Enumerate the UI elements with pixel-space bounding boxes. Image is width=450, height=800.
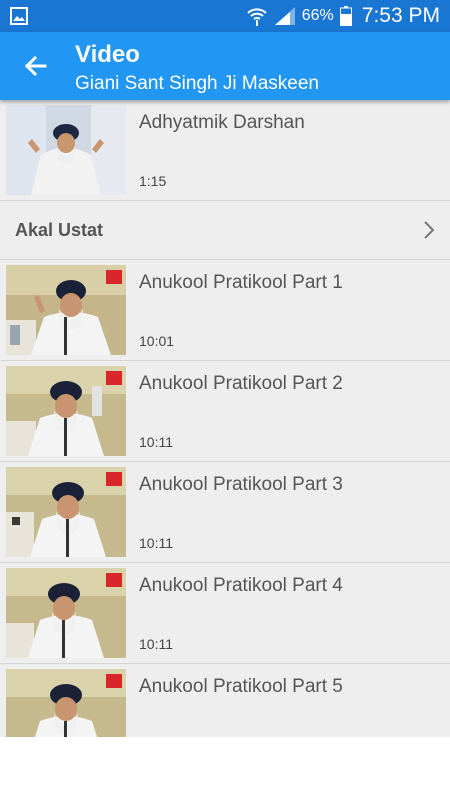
page-title: Video — [75, 41, 140, 68]
video-duration: 10:11 — [139, 636, 173, 652]
wifi-icon — [247, 8, 267, 26]
video-duration: 1:15 — [139, 173, 167, 189]
video-thumbnail — [6, 265, 126, 355]
video-duration: 10:11 — [139, 434, 173, 450]
signal-icon — [274, 7, 295, 25]
video-duration: 10:01 — [139, 333, 175, 349]
video-thumbnail — [6, 669, 126, 737]
chevron-right-icon — [424, 221, 435, 239]
video-title: Anukool Pratikool Part 3 — [139, 474, 343, 495]
video-title: Anukool Pratikool Part 4 — [139, 575, 343, 596]
video-item-part-3[interactable]: Anukool Pratikool Part 3 10:11 — [0, 462, 450, 563]
video-list: Adhyatmik Darshan 1:15 Akal Ustat Anukoo… — [0, 100, 450, 737]
status-time: 7:53 PM — [361, 4, 440, 27]
bottom-blank-area — [0, 737, 450, 800]
back-arrow-icon[interactable] — [18, 49, 52, 83]
app-bar: Video Giani Sant Singh Ji Maskeen — [0, 32, 450, 100]
battery-percent: 66% — [301, 7, 334, 24]
section-akal-ustat[interactable]: Akal Ustat — [0, 201, 450, 260]
section-label: Akal Ustat — [15, 220, 104, 240]
video-duration: 10:11 — [139, 535, 173, 551]
video-item-adhyatmik-darshan[interactable]: Adhyatmik Darshan 1:15 — [0, 100, 450, 201]
video-thumbnail — [6, 568, 126, 658]
page-subtitle: Giani Sant Singh Ji Maskeen — [75, 73, 319, 94]
video-thumbnail — [6, 105, 126, 195]
video-title: Adhyatmik Darshan — [139, 112, 305, 133]
battery-icon — [339, 6, 352, 26]
video-title: Anukool Pratikool Part 1 — [139, 272, 343, 293]
video-item-part-2[interactable]: Anukool Pratikool Part 2 10:11 — [0, 361, 450, 462]
gallery-notification-icon — [10, 7, 28, 25]
video-item-part-4[interactable]: Anukool Pratikool Part 4 10:11 — [0, 563, 450, 664]
video-title: Anukool Pratikool Part 5 — [139, 676, 343, 697]
video-thumbnail — [6, 366, 126, 456]
video-thumbnail — [6, 467, 126, 557]
video-item-part-1[interactable]: Anukool Pratikool Part 1 10:01 — [0, 260, 450, 361]
video-item-part-5[interactable]: Anukool Pratikool Part 5 — [0, 664, 450, 737]
status-bar: 66% 7:53 PM — [0, 0, 450, 32]
video-title: Anukool Pratikool Part 2 — [139, 373, 343, 394]
